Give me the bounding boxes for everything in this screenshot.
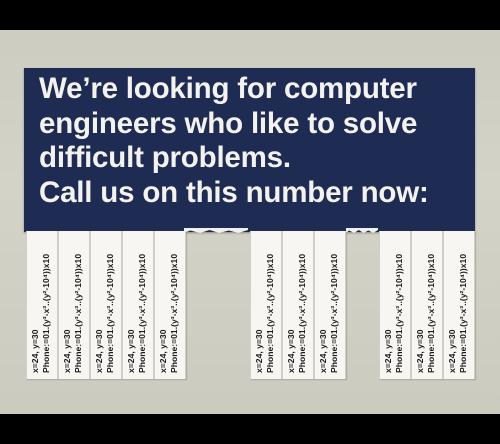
tear-off-tab[interactable]: x=24, y=30 Phone:=01.(y³-x³..(y²-10⁴))x1… (379, 231, 411, 379)
tab-coords: x=24, y=30 (415, 329, 425, 374)
tab-phone: Phone:=01.(y³-x³..(y²-10⁴))x10 (329, 253, 339, 373)
tab-phone: Phone:=01.(y³-x³..(y²-10⁴))x10 (265, 253, 275, 373)
tab-text: x=24, y=30 Phone:=01.(y³-x³..(y²-10⁴))x1… (383, 231, 410, 374)
tab-text: x=24, y=30 Phone:=01.(y³-x³..(y²-10⁴))x1… (415, 231, 442, 374)
tab-text: x=24, y=30 Phone:=01.(y³-x³..(y²-10⁴))x1… (126, 231, 153, 374)
tab-phone: Phone:=01.(y³-x³..(y²-10⁴))x10 (137, 253, 147, 373)
tear-off-tab[interactable]: x=24, y=30 Phone:=01.(y³-x³..(y²-10⁴))x1… (314, 231, 346, 379)
tab-phone: Phone:=01.(y³-x³..(y²-10⁴))x10 (426, 253, 436, 373)
tab-text: x=24, y=30 Phone:=01.(y³-x³..(y²-10⁴))x1… (94, 231, 121, 374)
tab-text: x=24, y=30 Phone:=01.(y³-x³..(y²-10⁴))x1… (447, 231, 474, 374)
tab-text: x=24, y=30 Phone:=01.(y³-x³..(y²-10⁴))x1… (158, 231, 185, 374)
tear-off-tab[interactable]: x=24, y=30 Phone:=01.(y³-x³..(y²-10⁴))x1… (122, 231, 154, 379)
tear-off-tab[interactable]: x=24, y=30 Phone:=01.(y³-x³..(y²-10⁴))x1… (90, 231, 122, 379)
tab-coords: x=24, y=30 (286, 329, 296, 374)
tab-coords: x=24, y=30 (158, 329, 168, 374)
tab-coords: x=24, y=30 (254, 329, 264, 374)
flyer-line: engineers who like to solve (39, 106, 418, 140)
tear-off-tab[interactable]: x=24, y=30 Phone:=01.(y³-x³..(y²-10⁴))x1… (250, 231, 282, 379)
tab-phone: Phone:=01.(y³-x³..(y²-10⁴))x10 (169, 253, 179, 373)
flyer-headline: We’re looking for computer engineers who… (39, 72, 469, 210)
tab-text: x=24, y=30 Phone:=01.(y³-x³..(y²-10⁴))x1… (318, 231, 345, 374)
tab-phone: Phone:=01.(y³-x³..(y²-10⁴))x10 (41, 253, 51, 373)
tab-text: x=24, y=30 Phone:=01.(y³-x³..(y²-10⁴))x1… (286, 231, 313, 374)
flyer-line: We’re looking for computer (39, 72, 417, 105)
tab-text: x=24, y=30 Phone:=01.(y³-x³..(y²-10⁴))x1… (30, 231, 57, 374)
tear-off-tab[interactable]: x=24, y=30 Phone:=01.(y³-x³..(y²-10⁴))x1… (282, 231, 314, 379)
tab-phone: Phone:=01.(y³-x³..(y²-10⁴))x10 (394, 253, 404, 373)
tab-phone: Phone:=01.(y³-x³..(y²-10⁴))x10 (73, 253, 83, 373)
tab-coords: x=24, y=30 (318, 329, 328, 374)
tab-coords: x=24, y=30 (447, 329, 457, 374)
tab-coords: x=24, y=30 (383, 329, 393, 374)
tear-off-tab[interactable]: x=24, y=30 Phone:=01.(y³-x³..(y²-10⁴))x1… (26, 231, 58, 379)
tab-coords: x=24, y=30 (94, 329, 104, 374)
flyer-line: Call us on this number now: (39, 175, 429, 209)
tab-coords: x=24, y=30 (30, 329, 40, 374)
torn-edge (184, 228, 248, 233)
tear-off-tab[interactable]: x=24, y=30 Phone:=01.(y³-x³..(y²-10⁴))x1… (154, 231, 186, 379)
torn-edge (346, 228, 378, 233)
tab-coords: x=24, y=30 (62, 329, 72, 374)
tab-phone: Phone:=01.(y³-x³..(y²-10⁴))x10 (297, 253, 307, 373)
tab-text: x=24, y=30 Phone:=01.(y³-x³..(y²-10⁴))x1… (62, 231, 89, 374)
tab-text: x=24, y=30 Phone:=01.(y³-x³..(y²-10⁴))x1… (254, 231, 281, 374)
tab-coords: x=24, y=30 (126, 329, 136, 374)
tab-phone: Phone:=01.(y³-x³..(y²-10⁴))x10 (105, 253, 115, 373)
tab-phone: Phone:=01.(y³-x³..(y²-10⁴))x10 (458, 253, 468, 373)
tear-off-tab[interactable]: x=24, y=30 Phone:=01.(y³-x³..(y²-10⁴))x1… (58, 231, 90, 379)
photo: We’re looking for computer engineers who… (0, 30, 500, 414)
flyer-poster: We’re looking for computer engineers who… (24, 68, 475, 232)
tear-off-tab[interactable]: x=24, y=30 Phone:=01.(y³-x³..(y²-10⁴))x1… (443, 231, 475, 379)
tear-off-tab[interactable]: x=24, y=30 Phone:=01.(y³-x³..(y²-10⁴))x1… (411, 231, 443, 379)
flyer-line: difficult problems. (39, 141, 291, 174)
